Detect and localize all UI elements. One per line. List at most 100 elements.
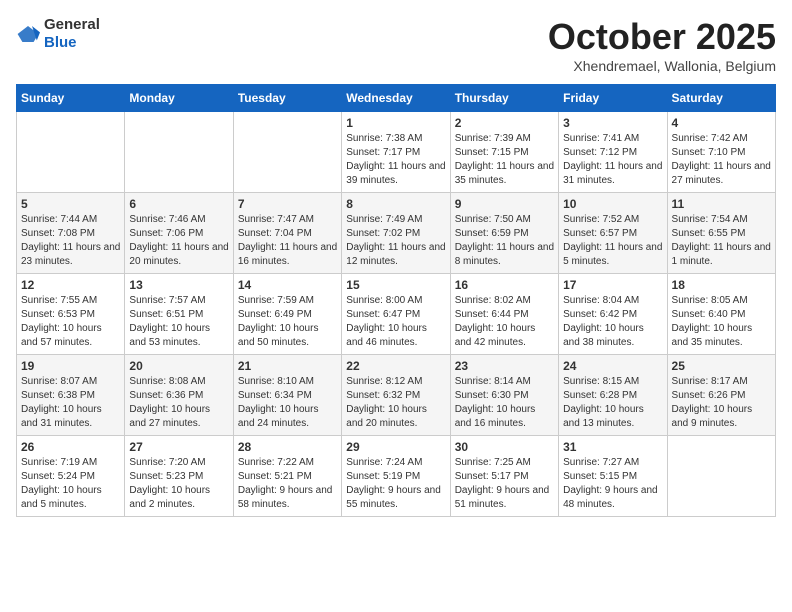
day-number: 29	[346, 440, 445, 454]
calendar-cell: 6 Sunrise: 7:46 AM Sunset: 7:06 PM Daylig…	[125, 193, 233, 274]
calendar-cell: 30 Sunrise: 7:25 AM Sunset: 5:17 PM Dayli…	[450, 436, 558, 517]
day-info: Sunrise: 8:04 AM Sunset: 6:42 PM Dayligh…	[563, 294, 662, 350]
day-number: 17	[563, 278, 662, 292]
day-number: 21	[238, 359, 337, 373]
calendar-cell: 5 Sunrise: 7:44 AM Sunset: 7:08 PM Daylig…	[17, 193, 125, 274]
weekday-header-monday: Monday	[125, 85, 233, 112]
calendar-cell: 16 Sunrise: 8:02 AM Sunset: 6:44 PM Dayli…	[450, 274, 558, 355]
calendar-cell: 26Sunrise: 7:19 AM Sunset: 5:24 PM Dayli…	[17, 436, 125, 517]
calendar-cell	[667, 436, 775, 517]
month-title: October 2025	[548, 16, 776, 58]
calendar-cell: 20 Sunrise: 8:08 AM Sunset: 6:36 PM Dayli…	[125, 355, 233, 436]
calendar-cell: 11 Sunrise: 7:54 AM Sunset: 6:55 PM Dayli…	[667, 193, 775, 274]
calendar-week-4: 19 Sunrise: 8:07 AM Sunset: 6:38 PM Dayli…	[17, 355, 776, 436]
calendar-cell: 17 Sunrise: 8:04 AM Sunset: 6:42 PM Dayli…	[559, 274, 667, 355]
logo-blue: Blue	[44, 34, 77, 51]
day-info: Sunrise: 7:49 AM Sunset: 7:02 PM Dayligh…	[346, 213, 445, 269]
day-info: Sunrise: 8:05 AM Sunset: 6:40 PM Dayligh…	[672, 294, 771, 350]
day-number: 10	[563, 197, 662, 211]
day-info: Sunrise: 7:50 AM Sunset: 6:59 PM Dayligh…	[455, 213, 554, 269]
day-info: Sunrise: 7:44 AM Sunset: 7:08 PM Dayligh…	[21, 213, 120, 269]
calendar-cell: 19 Sunrise: 8:07 AM Sunset: 6:38 PM Dayli…	[17, 355, 125, 436]
calendar-cell: 18 Sunrise: 8:05 AM Sunset: 6:40 PM Dayli…	[667, 274, 775, 355]
calendar-cell: 14 Sunrise: 7:59 AM Sunset: 6:49 PM Dayli…	[233, 274, 341, 355]
day-number: 18	[672, 278, 771, 292]
day-info: Sunrise: 8:14 AM Sunset: 6:30 PM Dayligh…	[455, 375, 554, 431]
weekday-header-tuesday: Tuesday	[233, 85, 341, 112]
day-info: Sunrise: 7:46 AM Sunset: 7:06 PM Dayligh…	[129, 213, 228, 269]
day-number: 20	[129, 359, 228, 373]
calendar-cell: 10Sunrise: 7:52 AM Sunset: 6:57 PM Dayli…	[559, 193, 667, 274]
day-number: 28	[238, 440, 337, 454]
day-number: 27	[129, 440, 228, 454]
day-number: 22	[346, 359, 445, 373]
day-info: Sunrise: 8:15 AM Sunset: 6:28 PM Dayligh…	[563, 375, 662, 431]
weekday-header-thursday: Thursday	[450, 85, 558, 112]
day-info: Sunrise: 8:10 AM Sunset: 6:34 PM Dayligh…	[238, 375, 337, 431]
calendar-cell: 12Sunrise: 7:55 AM Sunset: 6:53 PM Dayli…	[17, 274, 125, 355]
day-info: Sunrise: 8:00 AM Sunset: 6:47 PM Dayligh…	[346, 294, 445, 350]
day-info: Sunrise: 8:12 AM Sunset: 6:32 PM Dayligh…	[346, 375, 445, 431]
calendar-cell: 8 Sunrise: 7:49 AM Sunset: 7:02 PM Daylig…	[342, 193, 450, 274]
weekday-header-friday: Friday	[559, 85, 667, 112]
day-info: Sunrise: 7:27 AM Sunset: 5:15 PM Dayligh…	[563, 456, 662, 512]
day-number: 9	[455, 197, 554, 211]
weekday-header-row: SundayMondayTuesdayWednesdayThursdayFrid…	[17, 85, 776, 112]
calendar-cell: 28 Sunrise: 7:22 AM Sunset: 5:21 PM Dayli…	[233, 436, 341, 517]
calendar-cell: 25 Sunrise: 8:17 AM Sunset: 6:26 PM Dayli…	[667, 355, 775, 436]
calendar-cell: 13 Sunrise: 7:57 AM Sunset: 6:51 PM Dayli…	[125, 274, 233, 355]
calendar-week-3: 12Sunrise: 7:55 AM Sunset: 6:53 PM Dayli…	[17, 274, 776, 355]
day-info: Sunrise: 7:19 AM Sunset: 5:24 PM Dayligh…	[21, 456, 120, 512]
day-number: 19	[21, 359, 120, 373]
title-area: October 2025 Xhendremael, Wallonia, Belg…	[548, 16, 776, 74]
calendar-cell: 9 Sunrise: 7:50 AM Sunset: 6:59 PM Daylig…	[450, 193, 558, 274]
weekday-header-wednesday: Wednesday	[342, 85, 450, 112]
day-number: 24	[563, 359, 662, 373]
day-number: 5	[21, 197, 120, 211]
location-subtitle: Xhendremael, Wallonia, Belgium	[548, 58, 776, 74]
weekday-header-saturday: Saturday	[667, 85, 775, 112]
logo: General Blue	[16, 16, 100, 52]
day-info: Sunrise: 7:59 AM Sunset: 6:49 PM Dayligh…	[238, 294, 337, 350]
day-number: 11	[672, 197, 771, 211]
day-number: 8	[346, 197, 445, 211]
day-number: 13	[129, 278, 228, 292]
calendar-cell: 3Sunrise: 7:41 AM Sunset: 7:12 PM Daylig…	[559, 112, 667, 193]
day-number: 23	[455, 359, 554, 373]
day-number: 1	[346, 116, 445, 130]
generalblue-logo-icon	[16, 24, 40, 44]
day-info: Sunrise: 8:02 AM Sunset: 6:44 PM Dayligh…	[455, 294, 554, 350]
day-info: Sunrise: 8:07 AM Sunset: 6:38 PM Dayligh…	[21, 375, 120, 431]
day-info: Sunrise: 7:57 AM Sunset: 6:51 PM Dayligh…	[129, 294, 228, 350]
day-number: 14	[238, 278, 337, 292]
day-info: Sunrise: 7:38 AM Sunset: 7:17 PM Dayligh…	[346, 132, 445, 188]
day-info: Sunrise: 7:39 AM Sunset: 7:15 PM Dayligh…	[455, 132, 554, 188]
day-number: 6	[129, 197, 228, 211]
day-info: Sunrise: 7:20 AM Sunset: 5:23 PM Dayligh…	[129, 456, 228, 512]
day-info: Sunrise: 7:42 AM Sunset: 7:10 PM Dayligh…	[672, 132, 771, 188]
calendar-cell: 4 Sunrise: 7:42 AM Sunset: 7:10 PM Daylig…	[667, 112, 775, 193]
calendar-cell: 21 Sunrise: 8:10 AM Sunset: 6:34 PM Dayli…	[233, 355, 341, 436]
calendar-week-5: 26Sunrise: 7:19 AM Sunset: 5:24 PM Dayli…	[17, 436, 776, 517]
day-number: 2	[455, 116, 554, 130]
calendar-cell: 15 Sunrise: 8:00 AM Sunset: 6:47 PM Dayli…	[342, 274, 450, 355]
calendar-cell: 29Sunrise: 7:24 AM Sunset: 5:19 PM Dayli…	[342, 436, 450, 517]
day-info: Sunrise: 7:54 AM Sunset: 6:55 PM Dayligh…	[672, 213, 771, 269]
calendar-cell: 31Sunrise: 7:27 AM Sunset: 5:15 PM Dayli…	[559, 436, 667, 517]
day-info: Sunrise: 7:47 AM Sunset: 7:04 PM Dayligh…	[238, 213, 337, 269]
day-info: Sunrise: 8:08 AM Sunset: 6:36 PM Dayligh…	[129, 375, 228, 431]
calendar-cell	[233, 112, 341, 193]
day-number: 4	[672, 116, 771, 130]
day-number: 30	[455, 440, 554, 454]
day-info: Sunrise: 8:17 AM Sunset: 6:26 PM Dayligh…	[672, 375, 771, 431]
day-number: 25	[672, 359, 771, 373]
day-info: Sunrise: 7:25 AM Sunset: 5:17 PM Dayligh…	[455, 456, 554, 512]
day-number: 3	[563, 116, 662, 130]
day-number: 15	[346, 278, 445, 292]
calendar-cell: 24 Sunrise: 8:15 AM Sunset: 6:28 PM Dayli…	[559, 355, 667, 436]
day-number: 12	[21, 278, 120, 292]
calendar-cell: 22 Sunrise: 8:12 AM Sunset: 6:32 PM Dayli…	[342, 355, 450, 436]
calendar-cell: 2 Sunrise: 7:39 AM Sunset: 7:15 PM Daylig…	[450, 112, 558, 193]
day-number: 16	[455, 278, 554, 292]
day-info: Sunrise: 7:22 AM Sunset: 5:21 PM Dayligh…	[238, 456, 337, 512]
